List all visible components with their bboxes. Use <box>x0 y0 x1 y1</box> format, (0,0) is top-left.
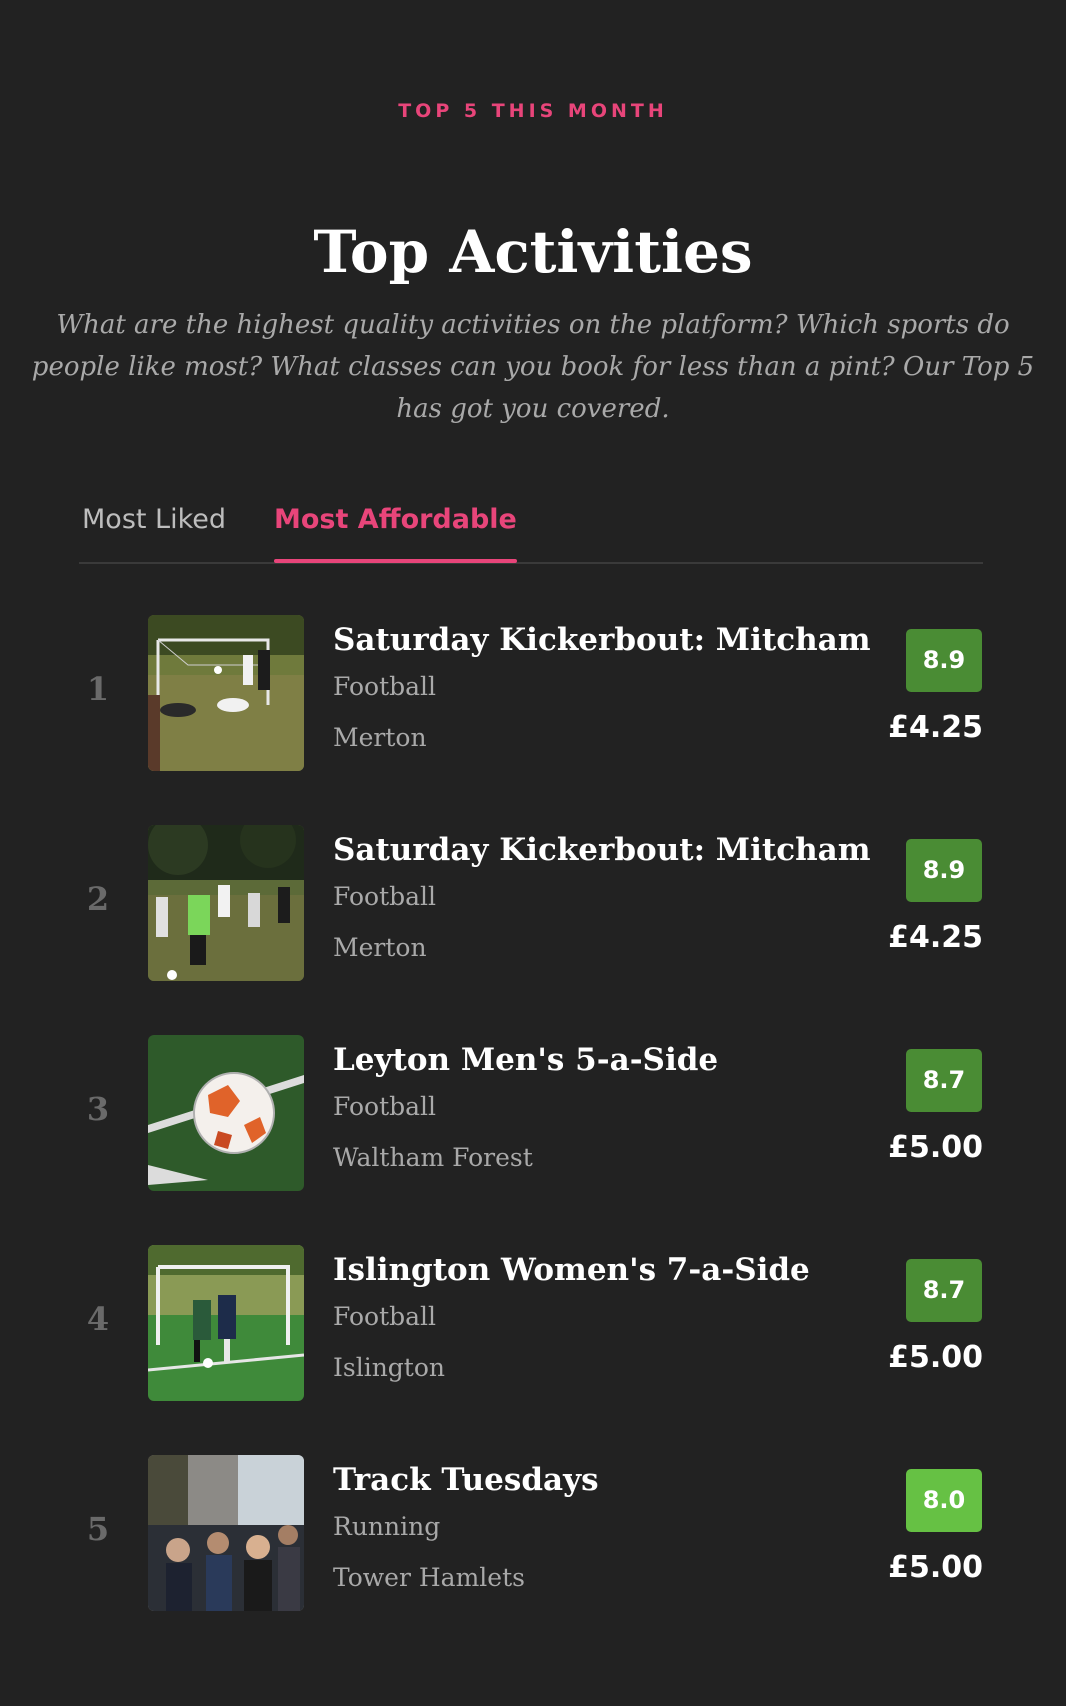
activity-row[interactable]: 4 Islington Women's 7-a-Side Football Is <box>0 1244 1066 1401</box>
activity-price: £4.25 <box>888 710 983 745</box>
activity-name[interactable]: Islington Women's 7-a-Side <box>333 1248 873 1292</box>
activity-name[interactable]: Saturday Kickerbout: Mitcham <box>333 828 873 872</box>
score-badge: 8.7 <box>906 1049 982 1112</box>
activity-thumbnail[interactable] <box>148 825 304 981</box>
activity-thumbnail[interactable] <box>148 1455 304 1611</box>
eyebrow-label: TOP 5 THIS MONTH <box>398 100 668 122</box>
activity-price: £4.25 <box>888 920 983 955</box>
activity-row[interactable]: 1 Saturday Kickerbout: Mitcham Football … <box>0 614 1066 771</box>
score-badge: 8.9 <box>906 839 982 902</box>
top-activities-section: TOP 5 THIS MONTH Top Activities What are… <box>0 0 1066 1706</box>
activity-area: Tower Hamlets <box>333 1563 525 1592</box>
activity-row[interactable]: 3 Leyton Men's 5-a-Side Football Waltham… <box>0 1034 1066 1191</box>
activity-row[interactable]: 2 Saturday Kickerbout: Mitcham Football … <box>0 824 1066 981</box>
activity-price: £5.00 <box>888 1130 983 1165</box>
activity-name[interactable]: Track Tuesdays <box>333 1458 873 1502</box>
activity-area: Islington <box>333 1353 445 1382</box>
activity-sport: Running <box>333 1512 441 1541</box>
activity-price: £5.00 <box>888 1550 983 1585</box>
activity-thumbnail[interactable] <box>148 615 304 771</box>
activity-area: Merton <box>333 723 427 752</box>
activity-sport: Football <box>333 672 437 701</box>
tab-bar: Most Liked Most Affordable <box>79 498 983 564</box>
activity-sport: Football <box>333 882 437 911</box>
score-badge: 8.0 <box>906 1469 982 1532</box>
page-subtitle: What are the highest quality activities … <box>31 310 1035 424</box>
activity-area: Merton <box>333 933 427 962</box>
activity-name[interactable]: Leyton Men's 5-a-Side <box>333 1038 873 1082</box>
tab-most-affordable[interactable]: Most Affordable <box>274 498 517 563</box>
page-title: Top Activities <box>313 218 753 286</box>
rank-number: 5 <box>86 1510 110 1548</box>
activity-thumbnail[interactable] <box>148 1035 304 1191</box>
activity-name[interactable]: Saturday Kickerbout: Mitcham <box>333 618 873 662</box>
tab-most-liked[interactable]: Most Liked <box>82 498 226 560</box>
rank-number: 2 <box>86 880 110 918</box>
score-badge: 8.7 <box>906 1259 982 1322</box>
activity-price: £5.00 <box>888 1340 983 1375</box>
activity-area: Waltham Forest <box>333 1143 533 1172</box>
score-badge: 8.9 <box>906 629 982 692</box>
rank-number: 4 <box>86 1300 110 1338</box>
activity-sport: Football <box>333 1092 437 1121</box>
activity-thumbnail[interactable] <box>148 1245 304 1401</box>
activity-sport: Football <box>333 1302 437 1331</box>
activity-row[interactable]: 5 Track Tuesdays Running Tower Hamlets 8… <box>0 1454 1066 1611</box>
rank-number: 1 <box>86 670 110 708</box>
rank-number: 3 <box>86 1090 110 1128</box>
